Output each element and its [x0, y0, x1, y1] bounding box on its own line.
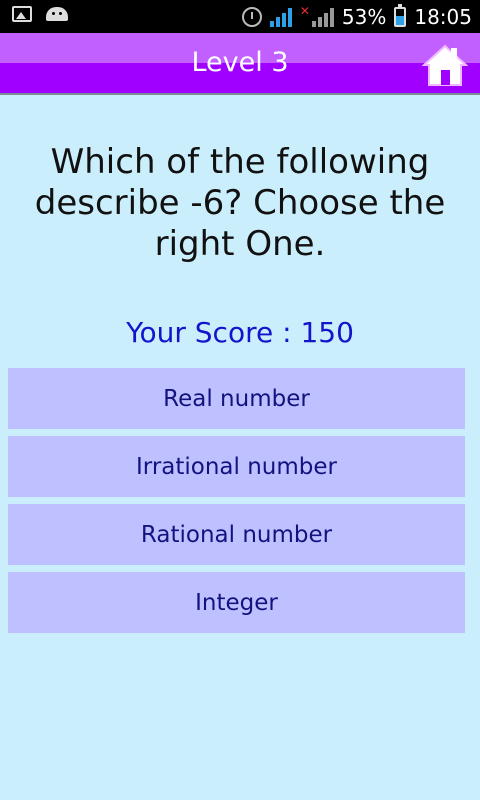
status-bar: ✕ 53% 18:05	[0, 0, 480, 33]
home-button[interactable]	[421, 43, 469, 87]
battery-percent: 53%	[341, 4, 387, 29]
answer-button-integer[interactable]: Integer	[8, 572, 465, 633]
answer-button-real-number[interactable]: Real number	[8, 368, 465, 429]
battery-charging-icon	[394, 3, 407, 27]
clock: 18:05	[414, 4, 472, 29]
no-signal-icon: ✕	[299, 4, 310, 18]
answer-list: Real number Irrational number Rational n…	[8, 368, 465, 640]
signal-icon	[269, 7, 292, 27]
page-title: Level 3	[191, 47, 289, 78]
alarm-icon	[241, 6, 262, 27]
signal-off-icon	[311, 7, 334, 27]
home-icon	[421, 44, 469, 86]
image-icon	[12, 6, 32, 22]
question-text: Which of the following describe -6? Choo…	[34, 142, 446, 264]
header-bar: Level 3	[0, 33, 480, 93]
answer-button-rational-number[interactable]: Rational number	[8, 504, 465, 565]
header-divider	[0, 93, 480, 95]
android-icon	[46, 7, 68, 21]
answer-button-irrational-number[interactable]: Irrational number	[8, 436, 465, 497]
score-label: Your Score : 150	[126, 316, 354, 349]
